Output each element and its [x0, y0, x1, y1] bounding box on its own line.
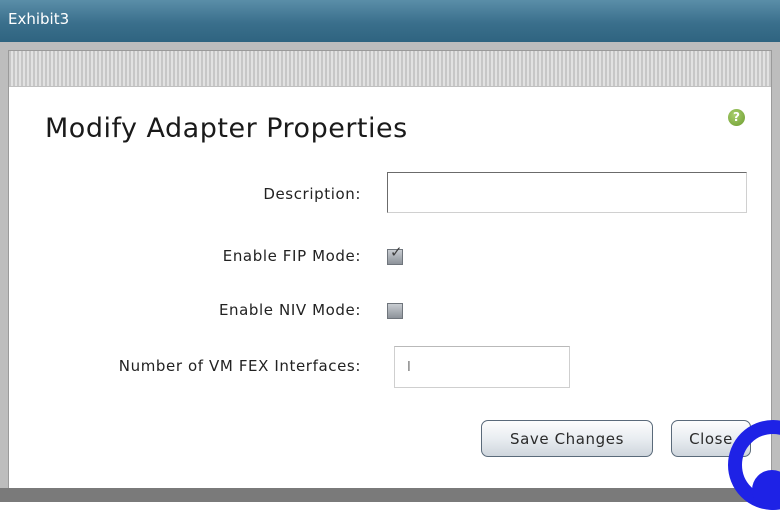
- description-input[interactable]: [387, 172, 747, 213]
- fip-mode-checkbox[interactable]: ✓: [387, 245, 403, 265]
- window-title: Exhibit3: [8, 10, 70, 28]
- vm-fex-interfaces-label: Number of VM FEX Interfaces:: [118, 357, 361, 375]
- fip-mode-label: Enable FIP Mode:: [222, 247, 361, 265]
- niv-mode-label: Enable NIV Mode:: [218, 301, 361, 319]
- dialog-heading: Modify Adapter Properties: [45, 113, 408, 144]
- niv-mode-checkbox[interactable]: [387, 303, 403, 319]
- description-label: Description:: [263, 185, 361, 203]
- help-icon[interactable]: ?: [728, 109, 745, 126]
- window-titlebar: Exhibit3: [0, 0, 780, 43]
- modify-adapter-dialog: Modify Adapter Properties ? Description:…: [8, 50, 772, 496]
- vm-fex-interfaces-input[interactable]: [394, 346, 570, 388]
- bottom-frame-strip: [0, 488, 780, 502]
- save-changes-button[interactable]: Save Changes: [481, 420, 653, 457]
- checkmark-icon: ✓: [390, 243, 403, 261]
- drag-handle[interactable]: [9, 51, 771, 87]
